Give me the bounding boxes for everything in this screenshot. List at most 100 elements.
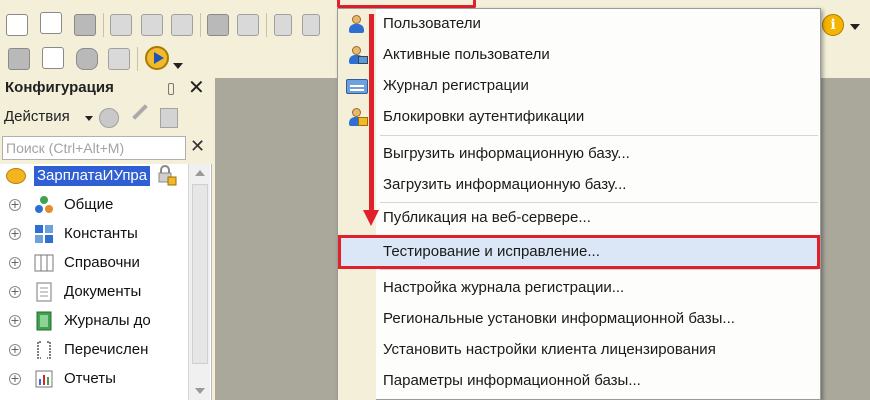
tree-root-row[interactable]: ЗарплатаИУпра bbox=[0, 164, 188, 188]
panel-actions-bar: Действия bbox=[0, 100, 212, 134]
configuration-root-icon bbox=[6, 168, 26, 184]
expand-icon[interactable]: + bbox=[9, 315, 21, 327]
save-icon[interactable] bbox=[74, 14, 96, 36]
annotation-arrow-line bbox=[369, 14, 374, 214]
scroll-up-icon[interactable] bbox=[195, 170, 205, 176]
auth-lock-icon bbox=[346, 107, 368, 127]
toolbar-separator bbox=[137, 47, 138, 71]
close-icon[interactable]: ✕ bbox=[188, 78, 205, 98]
tree-root-label[interactable]: ЗарплатаИУпра bbox=[34, 166, 150, 186]
tree-item-label: Общие bbox=[64, 196, 114, 213]
menu-item-label: Региональные установки информационной ба… bbox=[383, 310, 735, 327]
tree-item-label: Константы bbox=[64, 225, 138, 242]
open-file-icon[interactable] bbox=[40, 12, 62, 34]
menu-item-label: Выгрузить информационную базу... bbox=[383, 145, 630, 162]
cut-icon[interactable] bbox=[110, 14, 132, 36]
menu-item-label: Блокировки аутентификации bbox=[383, 108, 585, 125]
toolbar-separator bbox=[103, 13, 104, 37]
new-file-icon[interactable] bbox=[6, 14, 28, 36]
search-input[interactable] bbox=[2, 136, 186, 160]
lock-icon bbox=[157, 164, 177, 186]
compare-config-icon[interactable] bbox=[42, 47, 64, 69]
menu-item-label: Пользователи bbox=[383, 15, 481, 32]
common-icon bbox=[34, 195, 54, 215]
expand-icon[interactable]: + bbox=[9, 373, 21, 385]
chevron-down-icon[interactable] bbox=[85, 116, 93, 121]
add-icon[interactable] bbox=[99, 108, 119, 128]
copy-icon[interactable] bbox=[141, 14, 163, 36]
annotation-arrow-head bbox=[363, 210, 379, 226]
expand-icon[interactable]: + bbox=[9, 257, 21, 269]
tree-scrollbar[interactable] bbox=[188, 164, 210, 400]
tree-item-label: Отчеты bbox=[64, 370, 116, 387]
panel-header: Конфигурация ✕ bbox=[0, 78, 212, 100]
redo-icon[interactable] bbox=[302, 14, 320, 36]
database-icon[interactable] bbox=[76, 48, 98, 70]
tree-item-constants[interactable]: + Константы bbox=[0, 222, 188, 246]
panel-title: Конфигурация bbox=[5, 79, 114, 96]
expand-icon[interactable]: + bbox=[9, 228, 21, 240]
configuration-panel: Конфигурация ✕ Действия ✕ ЗарплатаИУпра bbox=[0, 78, 212, 400]
chevron-down-icon[interactable] bbox=[173, 63, 183, 69]
tree-item-catalogs[interactable]: + Справочни bbox=[0, 251, 188, 275]
event-log-icon bbox=[346, 76, 368, 96]
menu-item-label: Настройка журнала регистрации... bbox=[383, 279, 625, 296]
catalogs-icon bbox=[34, 253, 54, 273]
expand-icon[interactable]: + bbox=[9, 199, 21, 211]
menu-item-event-log-settings[interactable]: Настройка журнала регистрации... bbox=[338, 273, 820, 304]
pin-icon[interactable] bbox=[168, 83, 174, 95]
paste-icon[interactable] bbox=[171, 14, 193, 36]
user-icon bbox=[346, 14, 368, 34]
tree-item-common[interactable]: + Общие bbox=[0, 193, 188, 217]
configuration-tree: ЗарплатаИУпра + Общие + Константы + Спра… bbox=[0, 164, 188, 400]
chevron-down-icon[interactable] bbox=[850, 24, 860, 30]
menu-item-dump-infobase[interactable]: Выгрузить информационную базу... bbox=[338, 139, 820, 170]
properties-icon[interactable] bbox=[160, 108, 178, 128]
constants-icon bbox=[34, 224, 54, 244]
config-open-icon[interactable] bbox=[8, 48, 30, 70]
menu-item-label: Активные пользователи bbox=[383, 46, 550, 63]
menu-item-users[interactable]: Пользователи bbox=[338, 9, 820, 40]
tree-item-journals[interactable]: + Журналы до bbox=[0, 309, 188, 333]
annotation-highlight-box bbox=[338, 235, 820, 269]
documents-icon bbox=[34, 282, 54, 302]
edit-icon[interactable] bbox=[132, 104, 148, 120]
toolbar-separator bbox=[266, 13, 267, 37]
journals-icon bbox=[34, 311, 54, 331]
menu-item-label: Загрузить информационную базу... bbox=[383, 176, 627, 193]
menu-item-auth-locks[interactable]: Блокировки аутентификации bbox=[338, 102, 820, 133]
clear-search-icon[interactable]: ✕ bbox=[190, 136, 205, 157]
menu-item-active-users[interactable]: Активные пользователи bbox=[338, 40, 820, 71]
menu-separator bbox=[380, 135, 818, 136]
menu-item-regional-settings[interactable]: Региональные установки информационной ба… bbox=[338, 304, 820, 335]
tree-item-reports[interactable]: + Отчеты bbox=[0, 367, 188, 391]
menu-item-web-publish[interactable]: Публикация на веб-сервере... bbox=[338, 203, 820, 234]
info-icon[interactable]: i bbox=[822, 14, 844, 36]
menu-item-load-infobase[interactable]: Загрузить информационную базу... bbox=[338, 170, 820, 201]
scroll-down-icon[interactable] bbox=[195, 388, 205, 394]
menu-item-label: Журнал регистрации bbox=[383, 77, 529, 94]
menu-item-label: Публикация на веб-сервере... bbox=[383, 209, 591, 226]
menu-item-label: Параметры информационной базы... bbox=[383, 372, 641, 389]
scroll-thumb[interactable] bbox=[192, 184, 208, 364]
print-preview-icon[interactable] bbox=[237, 14, 259, 36]
window-icon[interactable] bbox=[108, 48, 130, 70]
tree-item-label: Перечислен bbox=[64, 341, 149, 358]
active-users-icon bbox=[346, 45, 368, 65]
menu-item-license-client-settings[interactable]: Установить настройки клиента лицензирова… bbox=[338, 335, 820, 366]
enums-icon bbox=[34, 340, 54, 360]
tree-item-documents[interactable]: + Документы bbox=[0, 280, 188, 304]
tree-item-label: Документы bbox=[64, 283, 142, 300]
administration-menu: Пользователи Активные пользователи Журна… bbox=[337, 8, 821, 400]
print-icon[interactable] bbox=[207, 14, 229, 36]
expand-icon[interactable]: + bbox=[9, 344, 21, 356]
tree-item-label: Журналы до bbox=[64, 312, 151, 329]
menu-item-label: Установить настройки клиента лицензирова… bbox=[383, 341, 716, 358]
actions-menu-button[interactable]: Действия bbox=[4, 108, 70, 125]
start-debug-icon[interactable] bbox=[145, 46, 169, 70]
tree-item-enums[interactable]: + Перечислен bbox=[0, 338, 188, 362]
expand-icon[interactable]: + bbox=[9, 286, 21, 298]
menu-item-event-log[interactable]: Журнал регистрации bbox=[338, 71, 820, 102]
menu-item-infobase-parameters[interactable]: Параметры информационной базы... bbox=[338, 366, 820, 397]
undo-icon[interactable] bbox=[274, 14, 292, 36]
